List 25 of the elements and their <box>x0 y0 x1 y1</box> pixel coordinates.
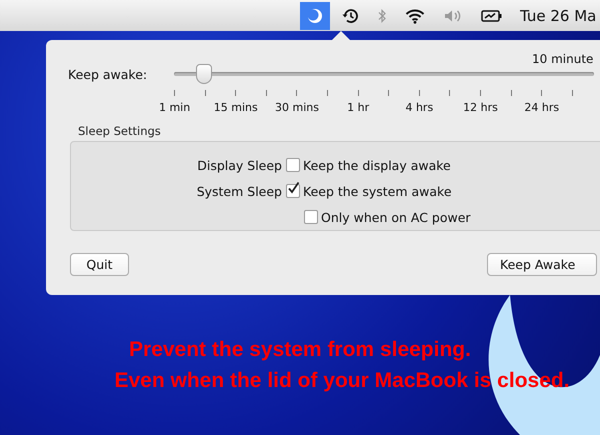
checkbox-option[interactable]: Only when on AC power <box>304 210 471 224</box>
tick-label: 15 mins <box>212 101 259 114</box>
checkbox[interactable] <box>304 210 318 224</box>
slider-thumb[interactable] <box>196 64 212 84</box>
setting-label: Display Sleep <box>197 158 282 172</box>
checkbox[interactable] <box>286 158 300 172</box>
tick-label: 30 mins <box>274 101 320 114</box>
checkbox[interactable] <box>286 184 300 198</box>
moon-icon[interactable] <box>300 2 330 30</box>
group-title: Sleep Settings <box>78 124 162 138</box>
menu-clock[interactable]: Tue 26 Ma <box>520 6 600 24</box>
checkbox-option[interactable]: Keep the system awake <box>286 184 452 198</box>
caption-text: Prevent the system from sleeping. <box>129 337 471 363</box>
tick-label: 12 hrs <box>462 101 499 114</box>
tick-label: 24 hrs <box>523 101 560 114</box>
tick-label: 1 min <box>158 101 192 114</box>
duration-slider[interactable] <box>174 64 594 84</box>
tick-label: 1 hr <box>346 101 370 114</box>
quit-button[interactable]: Quit <box>70 253 129 276</box>
checkbox-option[interactable]: Keep the display awake <box>286 158 451 172</box>
keep-awake-button[interactable]: Keep Awake <box>487 253 597 276</box>
tick-label: 4 hrs <box>404 101 434 114</box>
duration-text: 10 minute <box>532 52 594 66</box>
keep-awake-label: Keep awake: <box>68 66 148 82</box>
setting-label: System Sleep <box>196 184 282 198</box>
